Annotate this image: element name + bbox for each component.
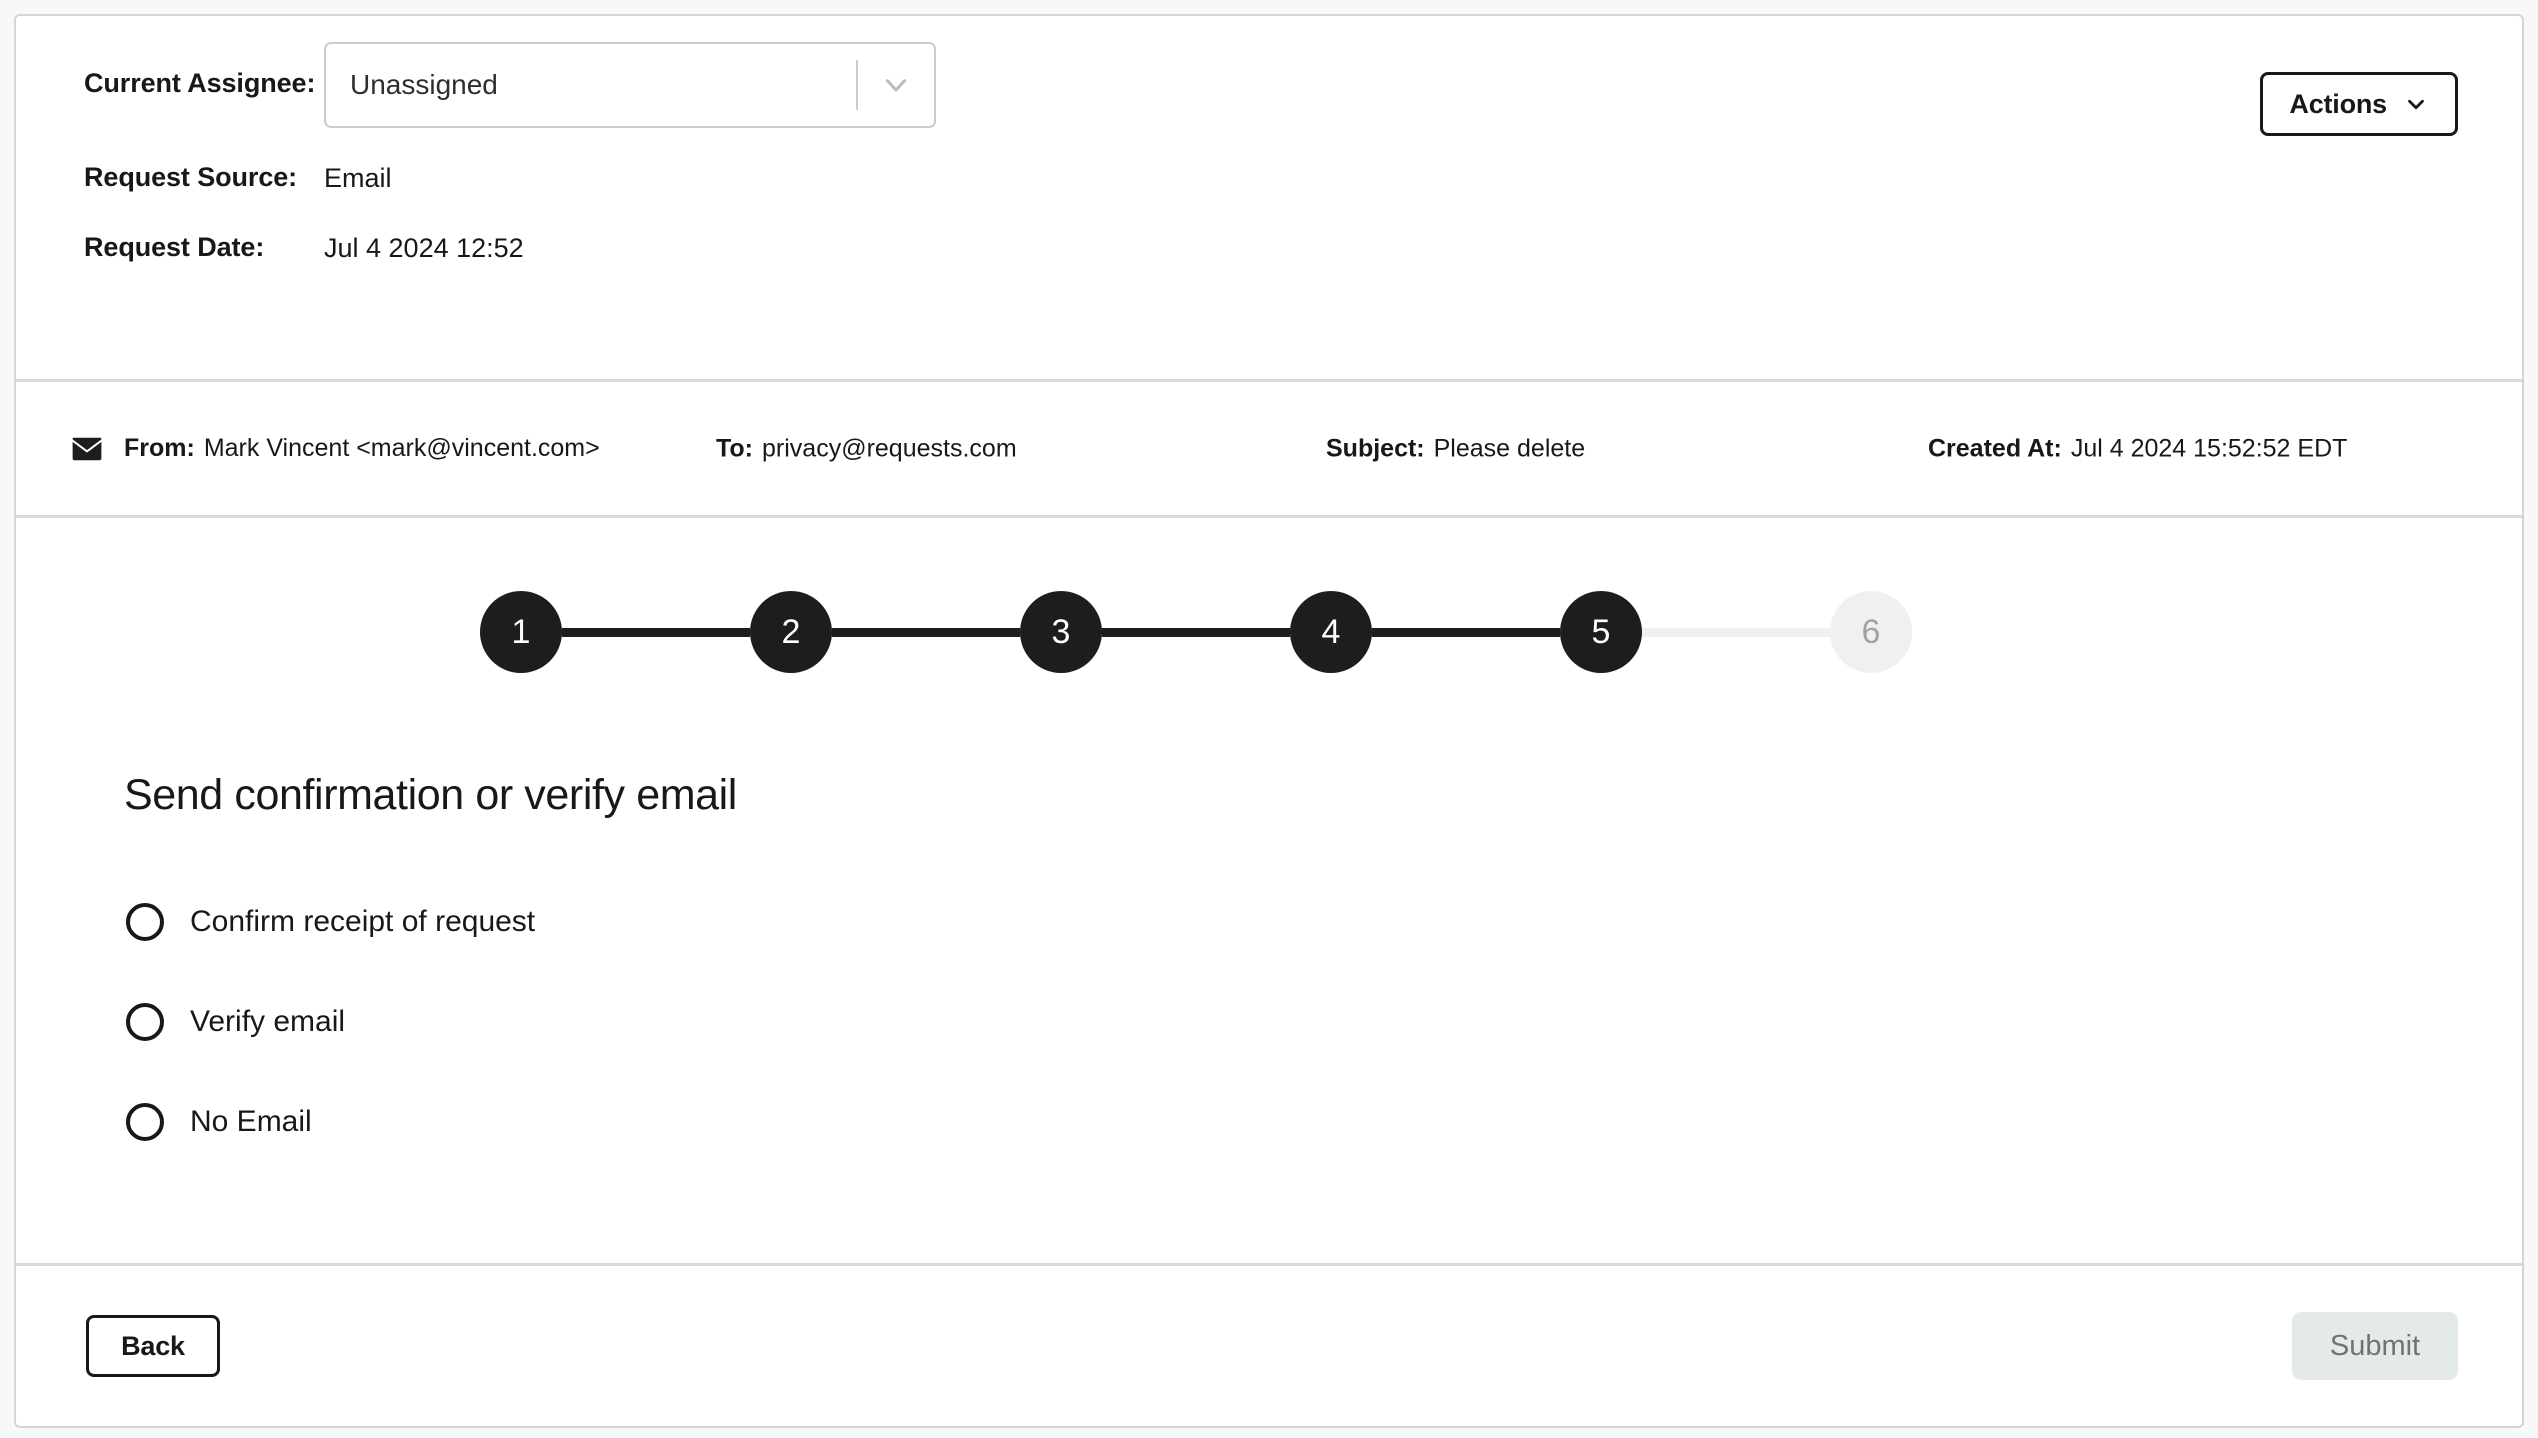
request-date-label: Request Date: [84,232,265,263]
email-created-at-value: Jul 4 2024 15:52:52 EDT [2070,434,2348,462]
current-assignee-row: Current Assignee: Unassigned [16,42,2522,128]
step-circle-2[interactable]: 2 [750,591,832,673]
email-to-label: To: [716,434,754,462]
email-created-at-label: Created At: [1928,434,2062,462]
step-1: 1 [480,591,750,673]
radio-icon[interactable] [126,1002,164,1041]
step-connector-5 [1642,627,1830,637]
step-circle-5[interactable]: 5 [1560,591,1642,673]
step-4: 4 [1290,591,1560,673]
request-source-row: Request Source: Email [16,158,2522,198]
request-meta-section: Current Assignee: Unassigned Request Sou… [16,16,2522,382]
step-connector-4 [1372,627,1560,637]
actions-button[interactable]: Actions [2260,72,2458,136]
back-button[interactable]: Back [86,1315,220,1377]
radio-icon[interactable] [126,1102,164,1141]
chevron-down-icon[interactable] [858,68,934,102]
email-subject-label: Subject: [1326,434,1425,462]
email-subject-value: Please delete [1433,434,1586,462]
assignee-select-value: Unassigned [350,69,498,100]
request-date-row: Request Date: Jul 4 2024 12:52 [16,228,2522,268]
assignee-select[interactable]: Unassigned [324,42,936,128]
workflow-body: 1 2 3 4 5 6 Send confirmation or verify … [16,518,2522,1266]
step-connector-2 [832,627,1020,637]
option-list: Confirm receipt of request Verify email … [126,894,2522,1150]
current-assignee-label: Current Assignee: [84,68,316,98]
step-2: 2 [750,591,1020,673]
option-label: Confirm receipt of request [190,904,536,938]
step-3: 3 [1020,591,1290,673]
step-circle-6[interactable]: 6 [1830,591,1912,673]
request-source-value: Email [324,163,392,193]
step-6: 6 [1830,591,1912,673]
step-circle-3[interactable]: 3 [1020,591,1102,673]
radio-icon[interactable] [126,902,164,941]
option-no-email[interactable]: No Email [126,1094,312,1150]
page-title: Send confirmation or verify email [124,771,737,819]
actions-button-label: Actions [2289,88,2387,119]
request-date-value: Jul 4 2024 12:52 [324,233,524,264]
submit-button[interactable]: Submit [2292,1312,2458,1380]
step-circle-1[interactable]: 1 [480,591,562,673]
option-confirm-receipt[interactable]: Confirm receipt of request [126,894,535,950]
step-circle-4[interactable]: 4 [1290,591,1372,673]
option-label: Verify email [190,1004,346,1038]
step-connector-1 [562,627,750,637]
page-background: Current Assignee: Unassigned Request Sou… [0,0,2538,1438]
chevron-down-icon [2403,91,2429,117]
email-subject: Subject: Please delete [1326,436,1585,461]
workflow-stepper: 1 2 3 4 5 6 [16,590,2522,674]
email-to-value: privacy@requests.com [762,434,1017,462]
step-connector-3 [1102,627,1290,637]
request-source-label: Request Source: [84,162,298,192]
option-verify-email[interactable]: Verify email [126,994,345,1050]
email-summary-bar: From: Mark Vincent <mark@vincent.com> To… [16,382,2522,518]
email-to: To: privacy@requests.com [716,436,1017,461]
workflow-footer: Back Submit [16,1266,2522,1426]
email-from: From: Mark Vincent <mark@vincent.com> [72,434,600,464]
email-from-value: Mark Vincent <mark@vincent.com> [203,434,600,462]
step-5: 5 [1560,591,1830,673]
email-from-label: From: [124,434,195,462]
option-label: No Email [190,1104,312,1138]
envelope-icon [72,434,102,464]
email-created-at: Created At: Jul 4 2024 15:52:52 EDT [1928,436,2347,461]
request-detail-card: Current Assignee: Unassigned Request Sou… [14,14,2524,1428]
